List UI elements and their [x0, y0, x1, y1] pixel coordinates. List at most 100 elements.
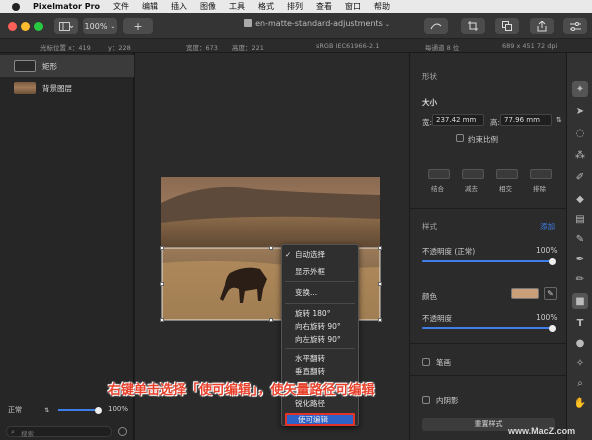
style-tool-icon[interactable]: ✦ — [572, 81, 588, 97]
slider-knob[interactable] — [549, 257, 556, 265]
window-toolbar: 100% ⌄ + en-matte-standard-adjustments ⌄ — [0, 13, 592, 39]
zoom-icon[interactable]: ⌕ — [574, 377, 586, 389]
menu-edit[interactable]: 编辑 — [142, 1, 158, 12]
arrange-button[interactable] — [495, 18, 519, 34]
fill-color-swatch[interactable] — [511, 288, 539, 299]
opacity-normal-slider[interactable] — [422, 257, 556, 265]
menu-item-rotate-right[interactable]: 向右旋转 90° — [282, 320, 358, 333]
width-label: 宽: — [422, 118, 433, 127]
menu-item-sharpen-path[interactable]: 锐化路径 — [282, 397, 358, 410]
paint-icon[interactable]: ✐ — [574, 171, 586, 183]
inner-shadow-checkbox[interactable] — [422, 396, 430, 404]
selection-icon[interactable]: ◌ — [574, 127, 586, 139]
crop-button[interactable] — [461, 18, 485, 34]
layer-search-field[interactable]: ⌕ 搜索 — [6, 426, 112, 438]
menu-window[interactable]: 窗口 — [345, 1, 361, 12]
resize-handle-se[interactable] — [378, 318, 382, 322]
shape-tool-icon[interactable]: ■ — [572, 293, 588, 309]
color-adjust-icon[interactable]: ● — [574, 337, 586, 349]
stepper-icon[interactable]: ⇅ — [556, 116, 562, 124]
stroke-checkbox[interactable] — [422, 358, 430, 366]
slider-fill — [422, 327, 550, 329]
menu-item-show-frame[interactable]: 显示外框 — [282, 265, 358, 278]
retouch-icon[interactable]: ✎ — [574, 233, 586, 245]
filter-icon[interactable] — [118, 427, 127, 436]
menu-item-rotate-180[interactable]: 旋转 180° — [282, 307, 358, 320]
menu-insert[interactable]: 插入 — [171, 1, 187, 12]
slider-knob[interactable] — [549, 324, 556, 332]
menu-image[interactable]: 图像 — [200, 1, 216, 12]
search-placeholder: 搜索 — [21, 430, 34, 438]
resize-handle-n[interactable] — [269, 246, 273, 250]
inner-shadow-label[interactable]: 内阴影 — [436, 395, 459, 406]
resize-handle-s[interactable] — [269, 318, 273, 322]
menu-item-label: 水平翻转 — [295, 354, 325, 363]
subtract-icon[interactable] — [462, 169, 484, 179]
menu-arrange[interactable]: 排列 — [287, 1, 303, 12]
apple-icon[interactable] — [12, 2, 20, 11]
menu-help[interactable]: 帮助 — [374, 1, 390, 12]
zoom-window-button[interactable] — [34, 22, 43, 31]
resize-handle-nw[interactable] — [160, 246, 164, 250]
share-button[interactable] — [530, 18, 554, 34]
exclude-icon[interactable] — [530, 169, 552, 179]
size-label[interactable]: 大小 — [422, 97, 437, 108]
resize-handle-sw[interactable] — [160, 318, 164, 322]
zoom-select[interactable]: 100% ⌄ — [83, 18, 117, 34]
layers-icon — [502, 21, 512, 31]
intersect-label[interactable]: 相交 — [499, 183, 512, 193]
eyedropper-icon[interactable]: ✎ — [544, 287, 557, 300]
menu-item-rotate-left[interactable]: 向左旋转 90° — [282, 333, 358, 346]
intersect-icon[interactable] — [496, 169, 518, 179]
opacity-slider[interactable] — [422, 324, 556, 332]
pen-icon — [430, 23, 442, 30]
divider — [410, 343, 567, 344]
minimize-window-button[interactable] — [21, 22, 30, 31]
inspector-toggle-button[interactable] — [563, 18, 587, 34]
eraser-icon[interactable]: ◆ — [574, 193, 586, 205]
stroke-label[interactable]: 笔画 — [436, 357, 451, 368]
menu-item-auto-select[interactable]: ✓ 自动选择 — [282, 248, 358, 261]
menu-format[interactable]: 格式 — [258, 1, 274, 12]
menu-file[interactable]: 文件 — [113, 1, 129, 12]
arrow-icon[interactable]: ➤ — [574, 105, 586, 117]
add-button[interactable]: + — [123, 18, 153, 34]
effects-icon[interactable]: ✧ — [574, 357, 586, 369]
opacity-normal-label[interactable]: 不透明度 (正常) — [422, 246, 475, 257]
gradient-icon[interactable]: ▤ — [574, 213, 586, 225]
menu-item-flip-horizontal[interactable]: 水平翻转 — [282, 352, 358, 365]
close-window-button[interactable] — [8, 22, 17, 31]
resize-handle-e[interactable] — [378, 282, 382, 286]
context-menu: ✓ 自动选择 显示外框 变换... 旋转 180° 向右旋转 90° 向左旋转 … — [281, 244, 359, 426]
menu-item-flip-vertical[interactable]: 垂直翻转 — [282, 365, 358, 378]
app-menu[interactable]: Pixelmator Pro — [33, 2, 100, 11]
add-style-button[interactable]: 添加 — [540, 221, 555, 232]
subtract-label[interactable]: 减去 — [465, 183, 478, 193]
height-field[interactable]: 77.96 mm — [500, 114, 552, 126]
resize-handle-w[interactable] — [160, 282, 164, 286]
layer-row-rectangle[interactable]: 矩形 — [0, 55, 134, 77]
layer-thumbnail — [14, 82, 36, 94]
brush-icon[interactable]: ✏ — [574, 273, 586, 285]
exclude-label[interactable]: 排除 — [533, 183, 546, 193]
layer-row-background[interactable]: 背景图层 — [0, 77, 134, 99]
combine-icon[interactable] — [428, 169, 450, 179]
blend-mode-select[interactable]: 正常 ⇅ — [8, 405, 49, 415]
hand-icon[interactable]: ✋ — [574, 397, 586, 409]
constrain-checkbox[interactable] — [456, 134, 464, 142]
pen-tool-button[interactable] — [424, 18, 448, 34]
layer-opacity-slider[interactable] — [58, 406, 102, 414]
text-tool-icon[interactable]: T — [574, 317, 586, 329]
menu-view[interactable]: 查看 — [316, 1, 332, 12]
slider-knob[interactable] — [95, 406, 102, 414]
view-options-button[interactable] — [54, 18, 78, 34]
menu-item-transform[interactable]: 变换... — [282, 286, 358, 299]
tutorial-annotation: 右键单击选择「使可编辑」，使矢量路径可编辑 — [108, 383, 375, 398]
magic-wand-icon[interactable]: ⁂ — [574, 149, 586, 161]
combine-label[interactable]: 结合 — [431, 183, 444, 193]
resize-handle-ne[interactable] — [378, 246, 382, 250]
width-field[interactable]: 237.42 mm — [432, 114, 484, 126]
pen-tool-icon[interactable]: ✒ — [574, 253, 586, 265]
menu-tools[interactable]: 工具 — [229, 1, 245, 12]
menu-item-make-editable[interactable]: 使可编辑 — [285, 413, 355, 426]
